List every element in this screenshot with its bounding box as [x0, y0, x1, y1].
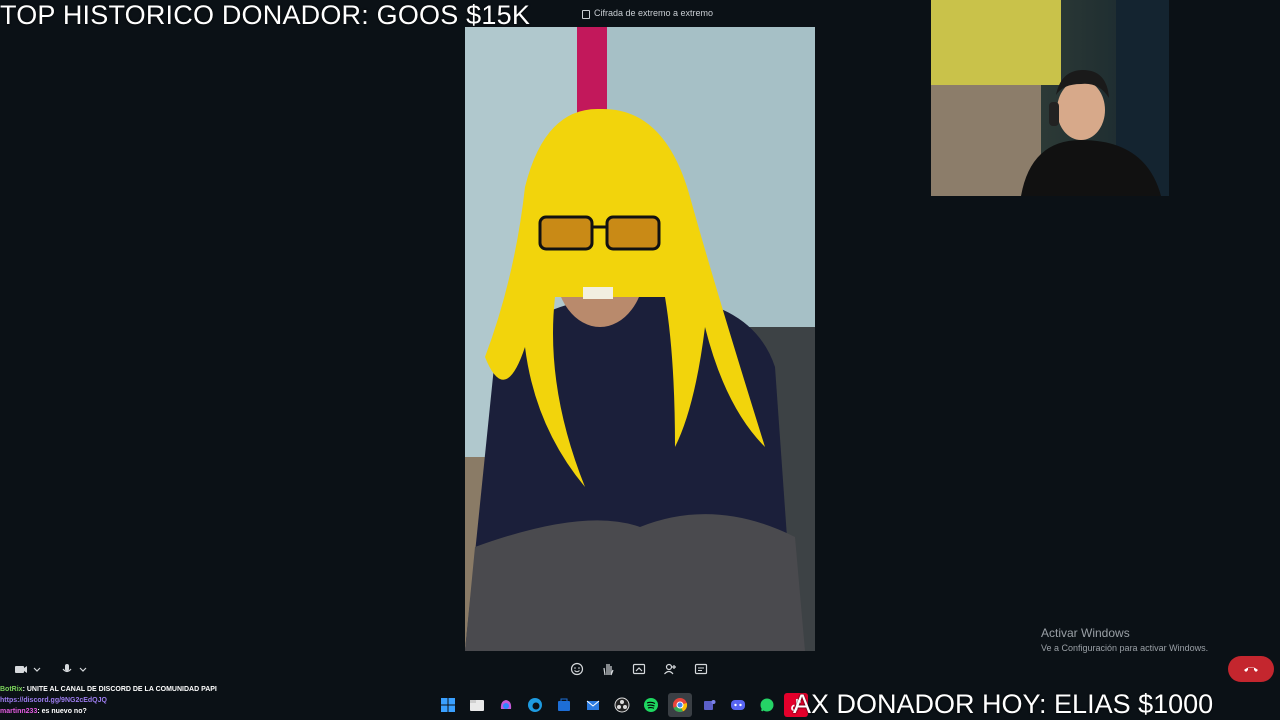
mail-icon[interactable]	[581, 693, 605, 717]
chrome-icon[interactable]	[668, 693, 692, 717]
chat-username: BotRix	[0, 686, 23, 693]
emoji-icon	[570, 662, 584, 676]
discord-icon[interactable]	[726, 693, 750, 717]
store-icon[interactable]	[552, 693, 576, 717]
encryption-notice: Cifrada de extremo a extremo	[582, 8, 714, 19]
today-donor-banner: AX DONADOR HOY: ELIAS $1000	[793, 689, 1214, 719]
edge-icon[interactable]	[523, 693, 547, 717]
windows-start-icon[interactable]	[436, 693, 460, 717]
remote-participant-image	[465, 27, 815, 651]
chat-link[interactable]: https://discord.gg/9NG2cEdQJQ	[0, 697, 107, 704]
microphone-toggle-button[interactable]	[58, 661, 90, 677]
hang-up-button[interactable]	[1228, 656, 1274, 682]
microphone-icon	[62, 664, 87, 673]
teams-icon[interactable]	[697, 693, 721, 717]
watermark-subtitle: Ve a Configuración para activar Windows.	[1041, 643, 1209, 653]
obs-icon[interactable]	[610, 693, 634, 717]
camera-toggle-button[interactable]	[12, 661, 44, 677]
chat-message: : UNITE AL CANAL DE DISCORD DE LA COMUNI…	[22, 686, 217, 693]
streamer-webcam	[931, 0, 1169, 196]
captions-button[interactable]	[692, 660, 710, 678]
add-person-icon	[664, 663, 676, 675]
chat-line: martinn233: es nuevo no?	[0, 706, 300, 717]
chat-line: https://discord.gg/9NG2cEdQJQ	[0, 695, 300, 706]
taskbar	[436, 692, 808, 718]
add-person-button[interactable]	[661, 660, 679, 678]
phone-end-icon	[1244, 667, 1258, 672]
file-explorer-icon[interactable]	[465, 693, 489, 717]
chat-message: : es nuevo no?	[37, 708, 87, 715]
lock-icon	[582, 9, 590, 19]
streamer-image	[931, 0, 1169, 196]
camera-icon	[15, 666, 41, 673]
stream-chat: BotRix: UNITE AL CANAL DE DISCORD DE LA …	[0, 684, 300, 717]
raise-hand-button[interactable]	[599, 660, 617, 678]
watermark-title: Activar Windows	[1041, 626, 1130, 640]
chat-username: martinn233	[0, 708, 38, 715]
share-screen-icon	[632, 663, 646, 675]
top-donor-banner: TOP HISTORICO DONADOR: GOOS $15K	[0, 0, 531, 30]
raise-hand-icon	[603, 664, 614, 676]
chat-line: BotRix: UNITE AL CANAL DE DISCORD DE LA …	[0, 684, 300, 695]
remote-video-feed	[465, 27, 815, 651]
windows-activation-watermark: Activar Windows Ve a Configuración para …	[1041, 626, 1208, 655]
spotify-icon[interactable]	[639, 693, 663, 717]
whatsapp-icon[interactable]	[755, 693, 779, 717]
captions-icon	[694, 663, 708, 675]
share-screen-button[interactable]	[630, 660, 648, 678]
call-toolbar	[568, 660, 710, 678]
emoji-button[interactable]	[568, 660, 586, 678]
copilot-icon[interactable]	[494, 693, 518, 717]
encryption-label: Cifrada de extremo a extremo	[594, 8, 714, 18]
